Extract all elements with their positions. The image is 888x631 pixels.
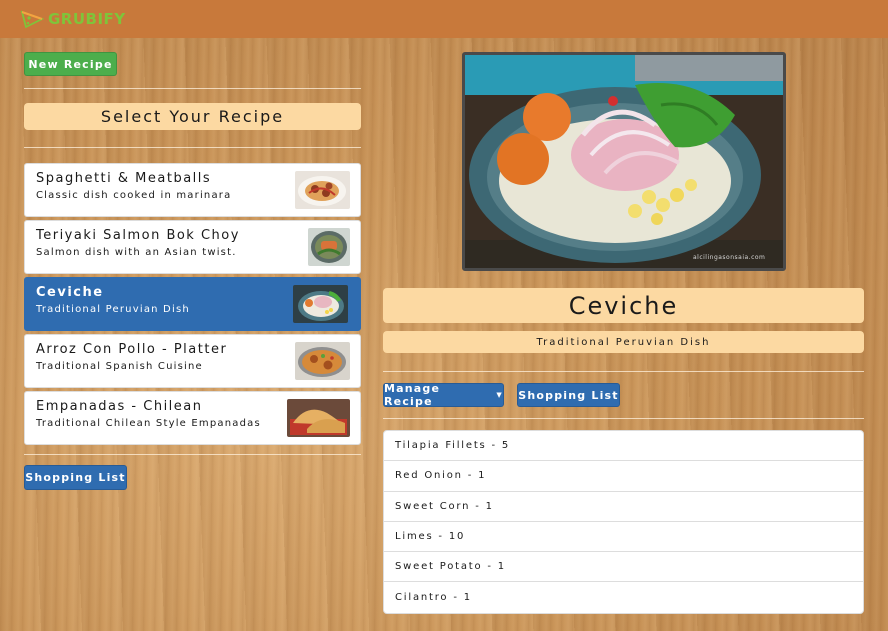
manage-recipe-dropdown[interactable]: Manage Recipe ▼	[383, 382, 504, 408]
divider	[24, 147, 361, 148]
recipe-item-ceviche[interactable]: Ceviche Traditional Peruvian Dish	[24, 277, 361, 331]
recipe-subtitle-box: Traditional Peruvian Dish	[383, 331, 864, 353]
recipe-item-empanadas[interactable]: Empanadas - Chilean Traditional Chilean …	[24, 391, 361, 445]
empanadas-thumbnail	[287, 399, 350, 437]
recipe-photo: alcilingasonsaia.com	[462, 52, 786, 271]
caret-down-icon: ▼	[496, 391, 503, 399]
ceviche-thumbnail	[293, 285, 348, 323]
recipe-list: Spaghetti & Meatballs Classic dish cooke…	[24, 163, 361, 448]
salmon-thumbnail	[308, 228, 350, 266]
pizza-slice-icon	[20, 10, 44, 29]
arroz-con-pollo-thumbnail	[295, 342, 350, 380]
spaghetti-thumbnail	[295, 171, 350, 209]
divider	[383, 371, 864, 372]
recipe-item-spaghetti[interactable]: Spaghetti & Meatballs Classic dish cooke…	[24, 163, 361, 217]
recipe-desc: Traditional Spanish Cuisine	[36, 361, 203, 372]
shopping-list-button-sidebar[interactable]: Shopping List	[24, 465, 127, 490]
ingredient-item[interactable]: Limes - 10	[384, 522, 863, 553]
new-recipe-button[interactable]: New Recipe	[24, 52, 117, 76]
brand[interactable]: GRUBIFY	[20, 9, 126, 29]
photo-credit: alcilingasonsaia.com	[693, 254, 765, 261]
recipe-title: Spaghetti & Meatballs	[36, 171, 212, 186]
recipe-subtitle: Traditional Peruvian Dish	[536, 336, 711, 348]
recipe-title: Empanadas - Chilean	[36, 399, 203, 414]
ingredient-item[interactable]: Cilantro - 1	[384, 582, 863, 612]
select-recipe-title: Select Your Recipe	[100, 107, 285, 126]
ingredient-item[interactable]: Red Onion - 1	[384, 461, 863, 492]
brand-name: GRUBIFY	[48, 10, 126, 28]
navbar: GRUBIFY	[0, 0, 888, 38]
recipe-desc: Traditional Peruvian Dish	[36, 304, 190, 315]
recipe-title: Ceviche	[568, 291, 679, 320]
select-recipe-header: Select Your Recipe	[24, 103, 361, 130]
manage-recipe-label: Manage Recipe	[384, 382, 441, 408]
recipe-title: Teriyaki Salmon Bok Choy	[36, 228, 240, 243]
ingredient-item[interactable]: Sweet Potato - 1	[384, 552, 863, 583]
ingredients-list: Tilapia Fillets - 5 Red Onion - 1 Sweet …	[383, 430, 864, 614]
recipe-item-arroz-con-pollo[interactable]: Arroz Con Pollo - Platter Traditional Sp…	[24, 334, 361, 388]
ingredient-item[interactable]: Sweet Corn - 1	[384, 492, 863, 522]
ceviche-photo: alcilingasonsaia.com	[465, 55, 783, 268]
recipe-desc: Classic dish cooked in marinara	[36, 190, 232, 201]
recipe-desc: Salmon dish with an Asian twist.	[36, 247, 237, 258]
ingredient-item[interactable]: Tilapia Fillets - 5	[384, 431, 863, 462]
recipe-desc: Traditional Chilean Style Empanadas	[36, 418, 261, 429]
divider	[24, 454, 361, 455]
recipe-title: Arroz Con Pollo - Platter	[36, 342, 228, 357]
divider	[383, 418, 864, 419]
shopping-list-button[interactable]: Shopping List	[517, 383, 620, 407]
recipe-title-box: Ceviche	[383, 288, 864, 323]
recipe-item-teriyaki-salmon[interactable]: Teriyaki Salmon Bok Choy Salmon dish wit…	[24, 220, 361, 274]
divider	[24, 88, 361, 89]
recipe-title: Ceviche	[36, 285, 104, 300]
